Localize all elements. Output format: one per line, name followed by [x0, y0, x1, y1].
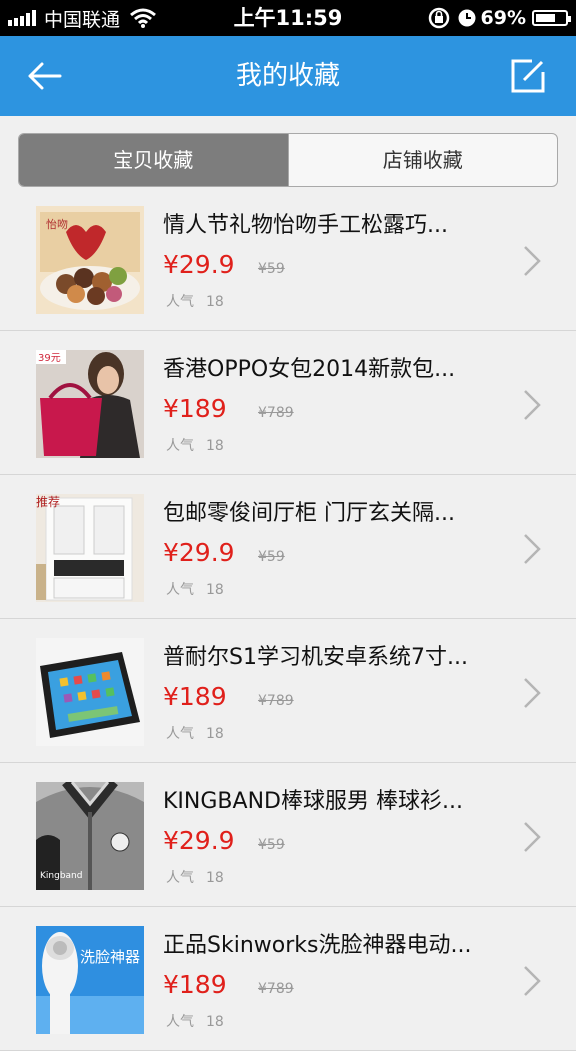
tab-item-favorites[interactable]: 宝贝收藏: [19, 134, 288, 186]
item-popularity: 人气 18: [166, 867, 224, 887]
popularity-value: 18: [206, 726, 224, 742]
item-original-price: ¥59: [258, 549, 285, 565]
popularity-value: 18: [206, 870, 224, 886]
popularity-label: 人气: [166, 870, 194, 886]
item-price: ¥29.9: [163, 538, 235, 567]
popularity-value: 18: [206, 294, 224, 310]
list-item[interactable]: 洗脸神器 正品Skinworks洗脸神器电动... ¥189 ¥789 人气 18: [0, 907, 576, 1051]
item-popularity: 人气 18: [166, 435, 224, 455]
battery-percent: 69%: [480, 7, 526, 29]
collection-tabs: 宝贝收藏 店铺收藏: [18, 133, 558, 187]
product-image-baseball-jacket: Kingband: [36, 782, 144, 890]
chevron-right-icon: [524, 822, 541, 852]
popularity-value: 18: [206, 438, 224, 454]
rotation-lock-icon: [428, 7, 449, 29]
popularity-label: 人气: [166, 582, 194, 598]
item-price: ¥189: [163, 394, 227, 423]
item-price: ¥189: [163, 682, 227, 711]
list-item[interactable]: 怡吻 情人节礼物怡吻手工松露巧... ¥29.9 ¥59 人气 18: [0, 187, 576, 331]
list-item[interactable]: 推荐 包邮零俊间厅柜 门厅玄关隔... ¥29.9 ¥59 人气 18: [0, 475, 576, 619]
item-title: 香港OPPO女包2014新款包...: [163, 357, 456, 382]
item-title: 包邮零俊间厅柜 门厅玄关隔...: [163, 501, 455, 526]
chevron-right-icon: [524, 678, 541, 708]
chevron-right-icon: [524, 390, 541, 420]
item-title: 普耐尔S1学习机安卓系统7寸...: [163, 645, 468, 670]
navigation-bar: 我的收藏: [0, 36, 576, 116]
item-title: 正品Skinworks洗脸神器电动...: [163, 933, 472, 958]
product-image-face-brush: 洗脸神器: [36, 926, 144, 1034]
svg-text:Kingband: Kingband: [40, 871, 82, 881]
item-original-price: ¥59: [258, 261, 285, 277]
popularity-label: 人气: [166, 294, 194, 310]
item-original-price: ¥789: [258, 693, 294, 709]
popularity-label: 人气: [166, 438, 194, 454]
list-item[interactable]: Kingband KINGBAND棒球服男 棒球衫... ¥29.9 ¥59 人…: [0, 763, 576, 907]
popularity-label: 人气: [166, 1014, 194, 1030]
item-popularity: 人气 18: [166, 579, 224, 599]
item-original-price: ¥59: [258, 837, 285, 853]
page-title: 我的收藏: [235, 61, 340, 91]
popularity-value: 18: [206, 582, 224, 598]
item-price: ¥29.9: [163, 826, 235, 855]
chevron-right-icon: [524, 966, 541, 996]
chevron-right-icon: [524, 534, 541, 564]
svg-text:推荐: 推荐: [36, 495, 60, 509]
product-image-cabinet: 推荐: [36, 494, 144, 602]
item-price: ¥29.9: [163, 250, 235, 279]
product-image-chocolate: 怡吻: [36, 206, 144, 314]
popularity-label: 人气: [166, 726, 194, 742]
list-item[interactable]: 39元 香港OPPO女包2014新款包... ¥189 ¥789 人气 18: [0, 331, 576, 475]
status-bar: 中国联通 上午11:59 69%: [0, 0, 576, 36]
edit-icon[interactable]: [510, 58, 546, 94]
list-item[interactable]: 普耐尔S1学习机安卓系统7寸... ¥189 ¥789 人气 18: [0, 619, 576, 763]
item-popularity: 人气 18: [166, 291, 224, 311]
item-popularity: 人气 18: [166, 1011, 224, 1031]
item-original-price: ¥789: [258, 405, 294, 421]
svg-text:怡吻: 怡吻: [46, 217, 68, 231]
popularity-value: 18: [206, 1014, 224, 1030]
product-image-tablet: [36, 638, 144, 746]
chevron-right-icon: [524, 246, 541, 276]
item-price: ¥189: [163, 970, 227, 999]
product-image-handbag: 39元: [36, 350, 144, 458]
alarm-icon: [458, 9, 476, 27]
tab-shop-favorites[interactable]: 店铺收藏: [287, 134, 558, 186]
svg-text:39元: 39元: [38, 353, 61, 364]
battery-icon: [532, 10, 571, 26]
item-popularity: 人气 18: [166, 723, 224, 743]
item-title: KINGBAND棒球服男 棒球衫...: [163, 789, 463, 814]
svg-text:洗脸神器: 洗脸神器: [80, 948, 140, 966]
item-title: 情人节礼物怡吻手工松露巧...: [163, 213, 448, 238]
item-original-price: ¥789: [258, 981, 294, 997]
favorites-list: 怡吻 情人节礼物怡吻手工松露巧... ¥29.9 ¥59 人气 18 39元 香…: [0, 187, 576, 1051]
